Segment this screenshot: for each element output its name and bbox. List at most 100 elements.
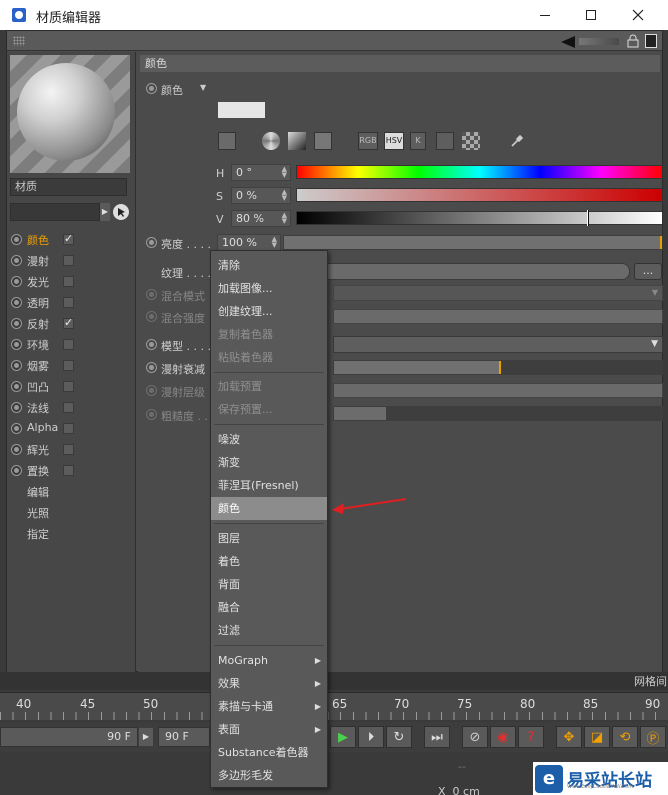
channel-luminance[interactable]: 发光 xyxy=(7,271,136,292)
menu-item-fusion[interactable]: 融合 xyxy=(211,596,327,619)
lock-icon[interactable] xyxy=(627,34,639,48)
swatches-icon[interactable] xyxy=(462,132,480,150)
menu-item-polygon-hair[interactable]: 多边形毛发 xyxy=(211,764,327,787)
channel-checkbox[interactable] xyxy=(63,402,74,413)
close-button[interactable] xyxy=(615,0,661,30)
channel-radio-icon[interactable] xyxy=(11,444,22,455)
channel-checkbox[interactable] xyxy=(63,255,74,266)
channel-radio-icon[interactable] xyxy=(11,255,22,266)
channel-checkbox[interactable] xyxy=(63,339,74,350)
brightness-field[interactable]: 100 % ▲ ▼ xyxy=(217,234,281,251)
channel-radio-icon[interactable] xyxy=(11,276,22,287)
channel-normal[interactable]: 法线 xyxy=(7,397,136,418)
material-name-field[interactable]: 材质 xyxy=(10,178,127,196)
channel-alpha[interactable]: Alpha xyxy=(7,418,136,439)
assign-item[interactable]: 指定 xyxy=(7,523,136,544)
channel-glow[interactable]: 辉光 xyxy=(7,439,136,460)
animate-radio-icon[interactable] xyxy=(146,339,157,350)
editor-item[interactable]: 编辑 xyxy=(7,481,136,502)
channel-transparency[interactable]: 透明 xyxy=(7,292,136,313)
loop-button[interactable]: ↻ xyxy=(386,726,412,748)
menu-item-color[interactable]: 颜色 xyxy=(211,497,327,520)
channel-environment[interactable]: 环境 xyxy=(7,334,136,355)
menu-item-fresnel[interactable]: 菲涅耳(Fresnel) xyxy=(211,474,327,497)
rotation-key-button[interactable]: ⟲ xyxy=(612,726,638,748)
channel-checkbox[interactable] xyxy=(63,297,74,308)
animate-radio-icon[interactable] xyxy=(146,83,157,94)
grip-icon[interactable] xyxy=(13,36,25,46)
channel-checkbox[interactable] xyxy=(63,276,74,287)
menu-item-noise[interactable]: 噪波 xyxy=(211,428,327,451)
saturation-field[interactable]: 0 % ▲ ▼ xyxy=(231,187,291,204)
color-swatch[interactable] xyxy=(218,102,265,118)
channel-checkbox[interactable] xyxy=(63,381,74,392)
minimize-button[interactable] xyxy=(522,0,568,30)
menu-item-layer[interactable]: 图层 xyxy=(211,527,327,550)
channel-reflectance[interactable]: 反射 xyxy=(7,313,136,334)
channel-bump[interactable]: 凹凸 xyxy=(7,376,136,397)
parameter-key-button[interactable]: Ⓟ xyxy=(640,726,666,748)
kelvin-mode-button[interactable]: K xyxy=(410,132,426,150)
spectrum-icon[interactable] xyxy=(218,132,236,150)
channel-diffuse[interactable]: 漫射 xyxy=(7,250,136,271)
color-expand-icon[interactable]: ▼ xyxy=(200,83,206,92)
animate-radio-icon[interactable] xyxy=(146,237,157,248)
maximize-button[interactable] xyxy=(568,0,614,30)
brightness-spinner-icon[interactable]: ▲ ▼ xyxy=(272,236,277,249)
channel-checkbox[interactable] xyxy=(63,232,74,245)
menu-item-mograph[interactable]: MoGraph ▶ xyxy=(211,649,327,672)
hsv-mode-button[interactable]: HSV xyxy=(384,132,404,150)
material-preview[interactable] xyxy=(10,55,130,173)
material-link-field[interactable] xyxy=(10,203,100,221)
hue-slider[interactable] xyxy=(296,165,663,179)
channel-radio-icon[interactable] xyxy=(11,234,22,245)
end-frame-field[interactable]: 90 F xyxy=(0,727,138,747)
image-picker-icon[interactable] xyxy=(314,132,332,150)
scale-key-button[interactable]: ◪ xyxy=(584,726,610,748)
hue-field[interactable]: 0 ° ▲ ▼ xyxy=(231,164,291,181)
menu-item-colorizer[interactable]: 着色 xyxy=(211,550,327,573)
channel-checkbox[interactable] xyxy=(63,465,74,476)
texture-browse-button[interactable]: ... xyxy=(634,263,662,280)
channel-color[interactable]: 颜色 xyxy=(7,229,136,250)
goto-end-button[interactable]: ⏭ xyxy=(424,726,450,748)
back-arrow-icon[interactable] xyxy=(561,36,575,48)
menu-item-clear[interactable]: 清除 xyxy=(211,254,327,277)
current-frame-field[interactable]: 90 F xyxy=(158,727,210,747)
next-key-button[interactable]: ⏵ xyxy=(358,726,384,748)
menu-item-surfaces[interactable]: 表面 ▶ xyxy=(211,718,327,741)
brightness-slider[interactable] xyxy=(283,235,663,250)
menu-item-filter[interactable]: 过滤 xyxy=(211,619,327,642)
value-slider[interactable] xyxy=(296,210,663,226)
saturation-slider[interactable] xyxy=(296,188,663,202)
menu-item-load-image[interactable]: 加载图像... xyxy=(211,277,327,300)
channel-fog[interactable]: 烟雾 xyxy=(7,355,136,376)
play-button[interactable]: ▶ xyxy=(330,726,356,748)
color-wheel-icon[interactable] xyxy=(262,132,280,150)
channel-radio-icon[interactable] xyxy=(11,318,22,329)
menu-item-create-texture[interactable]: 创建纹理... xyxy=(211,300,327,323)
eyedropper-icon[interactable] xyxy=(508,132,526,150)
menu-item-substance-shader[interactable]: Substance着色器 xyxy=(211,741,327,764)
frame-step-icon[interactable]: ▶ xyxy=(139,728,153,746)
channel-radio-icon[interactable] xyxy=(11,339,22,350)
illumination-item[interactable]: 光照 xyxy=(7,502,136,523)
record-button[interactable]: ⊘ xyxy=(462,726,488,748)
value-slider-knob[interactable] xyxy=(586,210,589,226)
rgb-mode-button[interactable]: RGB xyxy=(358,132,378,150)
material-link-arrow-icon[interactable]: ▶ xyxy=(100,203,110,221)
auto-key-button[interactable]: ◉ xyxy=(490,726,516,748)
gradient-square-icon[interactable] xyxy=(288,132,306,150)
value-field[interactable]: 80 % ▲ ▼ xyxy=(231,210,291,227)
menu-item-effects[interactable]: 效果 ▶ xyxy=(211,672,327,695)
channel-radio-icon[interactable] xyxy=(11,402,22,413)
model-dropdown[interactable]: ▼ xyxy=(333,336,663,353)
animate-radio-icon[interactable] xyxy=(146,362,157,373)
mixer-icon[interactable] xyxy=(436,132,454,150)
hue-spinner-icon[interactable]: ▲ ▼ xyxy=(282,166,287,179)
new-window-icon[interactable] xyxy=(645,34,657,48)
position-key-button[interactable]: ✥ xyxy=(556,726,582,748)
channel-radio-icon[interactable] xyxy=(11,423,22,434)
channel-radio-icon[interactable] xyxy=(11,297,22,308)
channel-checkbox[interactable] xyxy=(63,316,74,329)
